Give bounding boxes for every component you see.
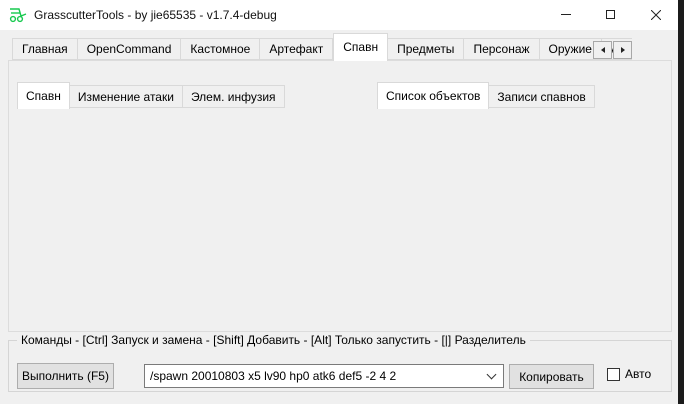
- auto-checkbox[interactable]: [607, 368, 620, 381]
- close-button[interactable]: [633, 0, 678, 29]
- tab-kastomnoe[interactable]: Кастомное: [181, 38, 260, 60]
- run-button[interactable]: Выполнить (F5): [17, 363, 114, 389]
- close-icon: [651, 10, 661, 20]
- copy-button[interactable]: Копировать: [509, 364, 594, 389]
- tab-spisok-obektov[interactable]: Список объектов: [377, 82, 489, 109]
- window-title: GrasscutterTools - by jie65535 - v1.7.4-…: [34, 8, 277, 22]
- commands-group-title: Команды - [Ctrl] Запуск и замена - [Shif…: [17, 333, 530, 347]
- tab-glavnaya[interactable]: Главная: [12, 38, 78, 60]
- spawn-inner-tabstrip: Спавн Изменение атаки Элем. инфузия: [17, 82, 285, 109]
- tab-zapisi-spavnov[interactable]: Записи спавнов: [489, 85, 594, 108]
- maximize-icon: [606, 10, 615, 19]
- chevron-down-icon: [487, 370, 497, 380]
- auto-checkbox-label: Авто: [625, 367, 651, 381]
- minimize-icon: [561, 14, 571, 15]
- tab-scroll-buttons: [592, 41, 632, 59]
- tab-elem-infuziya[interactable]: Элем. инфузия: [183, 85, 285, 108]
- tab-opencommand[interactable]: OpenCommand: [78, 38, 182, 60]
- tab-scroll-left-button[interactable]: [593, 41, 612, 59]
- tab-personazh[interactable]: Персонаж: [464, 38, 539, 60]
- tab-spavn[interactable]: Спавн: [333, 33, 388, 61]
- app-window: GrasscutterTools - by jie65535 - v1.7.4-…: [0, 0, 678, 404]
- tab-scroll-right-button[interactable]: [613, 41, 632, 59]
- left-arrow-icon: [601, 47, 605, 53]
- tab-artefakt[interactable]: Артефакт: [260, 38, 333, 60]
- tab-izmenenie-ataki[interactable]: Изменение атаки: [70, 85, 183, 108]
- maximize-button[interactable]: [588, 0, 633, 29]
- command-text: /spawn 20010803 x5 lv90 hp0 atk6 def5 -2…: [145, 369, 488, 383]
- titlebar: GrasscutterTools - by jie65535 - v1.7.4-…: [0, 0, 678, 30]
- object-tabstrip: Список объектов Записи спавнов: [377, 82, 595, 109]
- main-tabstrip: Главная OpenCommand Кастомное Артефакт С…: [12, 33, 632, 61]
- right-arrow-icon: [621, 47, 625, 53]
- command-combobox[interactable]: /spawn 20010803 x5 lv90 hp0 atk6 def5 -2…: [144, 364, 504, 388]
- tab-spawn-inner[interactable]: Спавн: [17, 82, 70, 109]
- commands-groupbox: Команды - [Ctrl] Запуск и замена - [Shif…: [8, 340, 672, 392]
- window-controls: [543, 0, 678, 29]
- app-logo-icon: [8, 7, 28, 23]
- minimize-button[interactable]: [543, 0, 588, 29]
- tab-predmety[interactable]: Предметы: [388, 38, 464, 60]
- screen: GrasscutterTools - by jie65535 - v1.7.4-…: [0, 0, 684, 404]
